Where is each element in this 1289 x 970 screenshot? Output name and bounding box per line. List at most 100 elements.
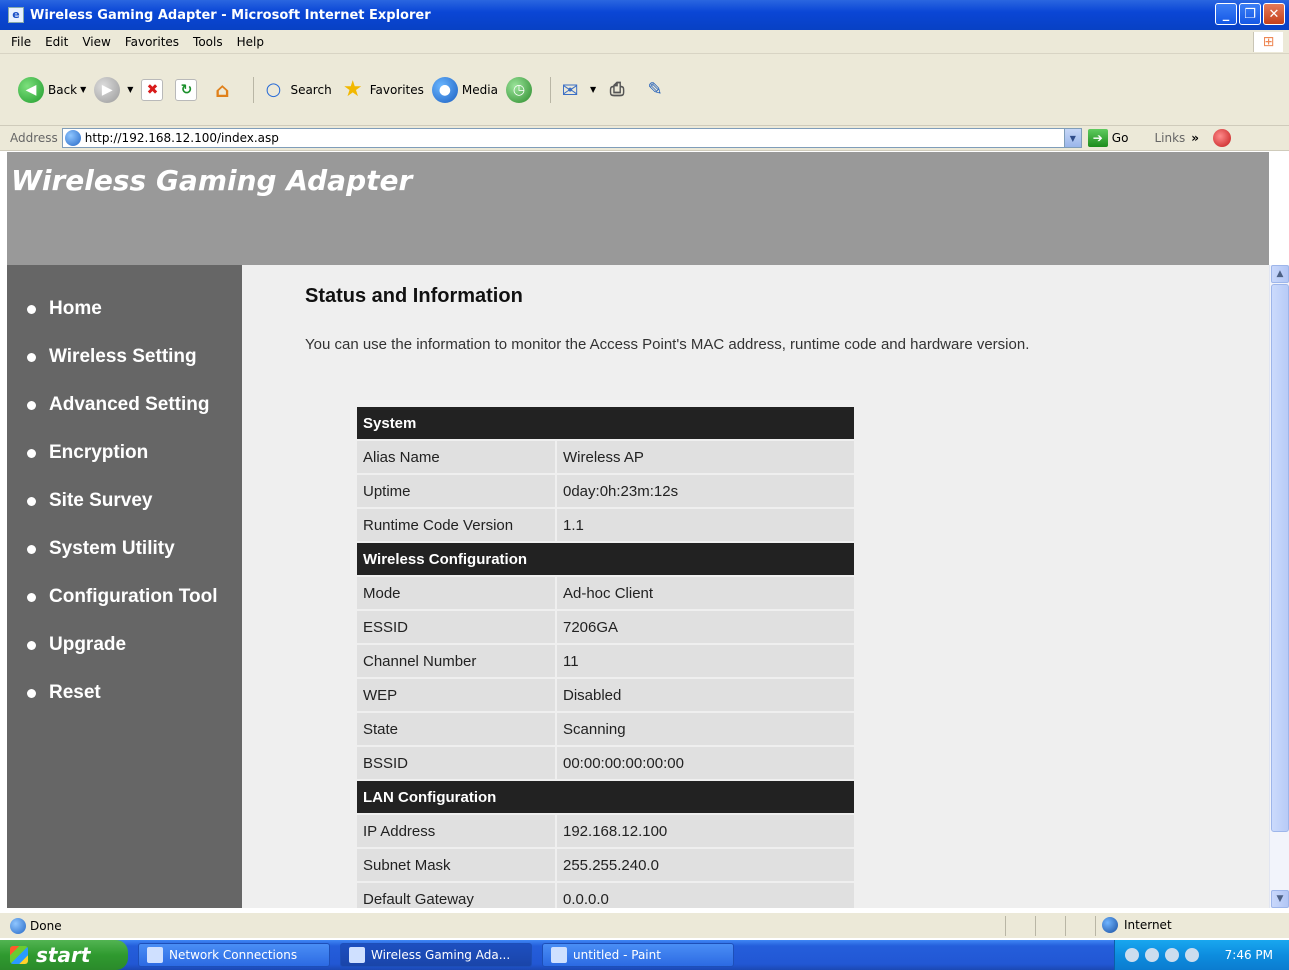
print-icon: ⎙ — [609, 79, 625, 100]
windows-flag-icon — [10, 946, 28, 964]
start-button[interactable]: start — [0, 940, 128, 970]
scroll-up-icon[interactable]: ▲ — [1271, 265, 1289, 283]
nav-upgrade[interactable]: Upgrade — [7, 621, 242, 669]
address-input[interactable] — [84, 131, 1065, 145]
nav-advanced-setting[interactable]: Advanced Setting — [7, 381, 242, 429]
vertical-scrollbar[interactable]: ▲ ▼ — [1269, 265, 1289, 908]
start-label: start — [36, 943, 91, 967]
system-tray: 7:46 PM — [1114, 940, 1289, 970]
chevron-right-icon[interactable]: » — [1191, 131, 1199, 145]
taskbar-item-network-connections[interactable]: Network Connections — [138, 943, 330, 967]
section-header-lan: LAN Configuration — [357, 781, 854, 813]
table-row: Subnet Mask 255.255.240.0 — [357, 849, 854, 881]
tray-battery-icon[interactable] — [1145, 948, 1159, 962]
scrollbar-thumb[interactable] — [1271, 284, 1289, 832]
section-title: LAN Configuration — [357, 781, 854, 813]
row-label: BSSID — [357, 747, 557, 779]
stop-icon: ✖ — [141, 78, 164, 101]
favorites-label: Favorites — [369, 82, 424, 97]
status-divider — [1005, 916, 1006, 936]
nav-home[interactable]: Home — [7, 285, 242, 333]
tray-network-icon[interactable] — [1165, 948, 1179, 962]
window-titlebar[interactable]: e Wireless Gaming Adapter - Microsoft In… — [0, 0, 1289, 30]
forward-arrow-icon: ▶ — [94, 76, 121, 103]
tray-settings-icon[interactable] — [1185, 948, 1199, 962]
back-dropdown-icon[interactable]: ▼ — [80, 85, 86, 94]
bullet-icon — [27, 592, 36, 602]
table-row: BSSID 00:00:00:00:00:00 — [357, 747, 854, 779]
edit-button[interactable]: ✎ — [642, 77, 672, 103]
page-icon — [64, 130, 81, 146]
stop-button[interactable]: ✖ — [141, 78, 167, 101]
nav-configuration-tool[interactable]: Configuration Tool — [7, 573, 242, 621]
search-button[interactable]: ○ Search — [260, 77, 332, 103]
taskbar-item-paint[interactable]: untitled - Paint — [542, 943, 734, 967]
status-divider — [1035, 916, 1036, 936]
zone-label: Internet — [1124, 918, 1172, 932]
row-value: 0day:0h:23m:12s — [557, 475, 854, 507]
nav-label: Wireless Setting — [49, 346, 197, 367]
menu-favorites[interactable]: Favorites — [118, 35, 186, 49]
nav-label: Reset — [49, 682, 101, 703]
menu-view[interactable]: View — [75, 35, 117, 49]
nav-label: System Utility — [49, 538, 175, 559]
tray-chevron-icon[interactable] — [1125, 948, 1139, 962]
nav-label: Upgrade — [49, 634, 127, 655]
task-label: untitled - Paint — [573, 948, 661, 962]
mail-dropdown-icon[interactable]: ▼ — [590, 85, 596, 94]
clock[interactable]: 7:46 PM — [1225, 948, 1273, 962]
back-label: Back — [48, 82, 78, 97]
go-button[interactable]: ➔ Go — [1087, 129, 1128, 147]
taskbar-item-ie[interactable]: Wireless Gaming Ada... — [340, 943, 532, 967]
favorites-button[interactable]: ★ Favorites — [340, 77, 424, 103]
search-label: Search — [290, 82, 332, 97]
table-row: Alias Name Wireless AP — [357, 441, 854, 473]
row-label: Runtime Code Version — [357, 509, 557, 541]
restore-button[interactable]: ❐ — [1239, 3, 1261, 25]
nav-encryption[interactable]: Encryption — [7, 429, 242, 477]
nav-system-utility[interactable]: System Utility — [7, 525, 242, 573]
paint-icon — [551, 947, 567, 963]
history-button[interactable]: ◷ — [505, 76, 536, 103]
translate-icon[interactable] — [1213, 129, 1232, 147]
bullet-icon — [27, 640, 36, 650]
row-value: Ad-hoc Client — [557, 577, 854, 609]
nav-wireless-setting[interactable]: Wireless Setting — [7, 333, 242, 381]
menu-help[interactable]: Help — [230, 35, 271, 49]
forward-button[interactable]: ▶ ▼ — [94, 76, 133, 103]
back-button[interactable]: ◀ Back ▼ — [18, 76, 86, 103]
mail-button[interactable]: ✉ ▼ — [557, 77, 597, 103]
scroll-down-icon[interactable]: ▼ — [1271, 890, 1289, 908]
minimize-button[interactable]: _ — [1215, 3, 1237, 25]
home-button[interactable]: ⌂ — [209, 77, 239, 103]
row-label: IP Address — [357, 815, 557, 847]
section-header-wireless: Wireless Configuration — [357, 543, 854, 575]
address-dropdown-icon[interactable]: ▼ — [1063, 129, 1081, 147]
row-value: 7206GA — [557, 611, 854, 643]
print-button[interactable]: ⎙ — [604, 77, 634, 103]
page-title: Status and Information — [305, 285, 523, 307]
status-text: Done — [30, 918, 62, 933]
menu-edit[interactable]: Edit — [38, 35, 75, 49]
menu-tools[interactable]: Tools — [186, 35, 230, 49]
forward-dropdown-icon[interactable]: ▼ — [127, 85, 133, 94]
row-value: 192.168.12.100 — [557, 815, 854, 847]
links-label: Links — [1154, 131, 1186, 145]
row-value: 255.255.240.0 — [557, 849, 854, 881]
section-title: System — [357, 407, 854, 439]
task-label: Network Connections — [169, 948, 298, 962]
media-button[interactable]: ● Media — [431, 76, 498, 103]
menu-bar: File Edit View Favorites Tools Help ⊞ — [0, 30, 1289, 54]
close-button[interactable]: ✕ — [1263, 3, 1285, 25]
security-zone: Internet — [1102, 917, 1172, 933]
status-divider — [1065, 916, 1066, 936]
refresh-button[interactable]: ↻ — [175, 78, 201, 101]
address-box[interactable]: ▼ — [61, 128, 1082, 148]
menu-file[interactable]: File — [4, 35, 38, 49]
links-toolbar[interactable]: Links » — [1154, 131, 1199, 145]
web-page: Wireless Gaming Adapter Home Wireless Se… — [7, 152, 1269, 908]
row-label: State — [357, 713, 557, 745]
nav-site-survey[interactable]: Site Survey — [7, 477, 242, 525]
table-row: WEP Disabled — [357, 679, 854, 711]
nav-reset[interactable]: Reset — [7, 669, 242, 717]
